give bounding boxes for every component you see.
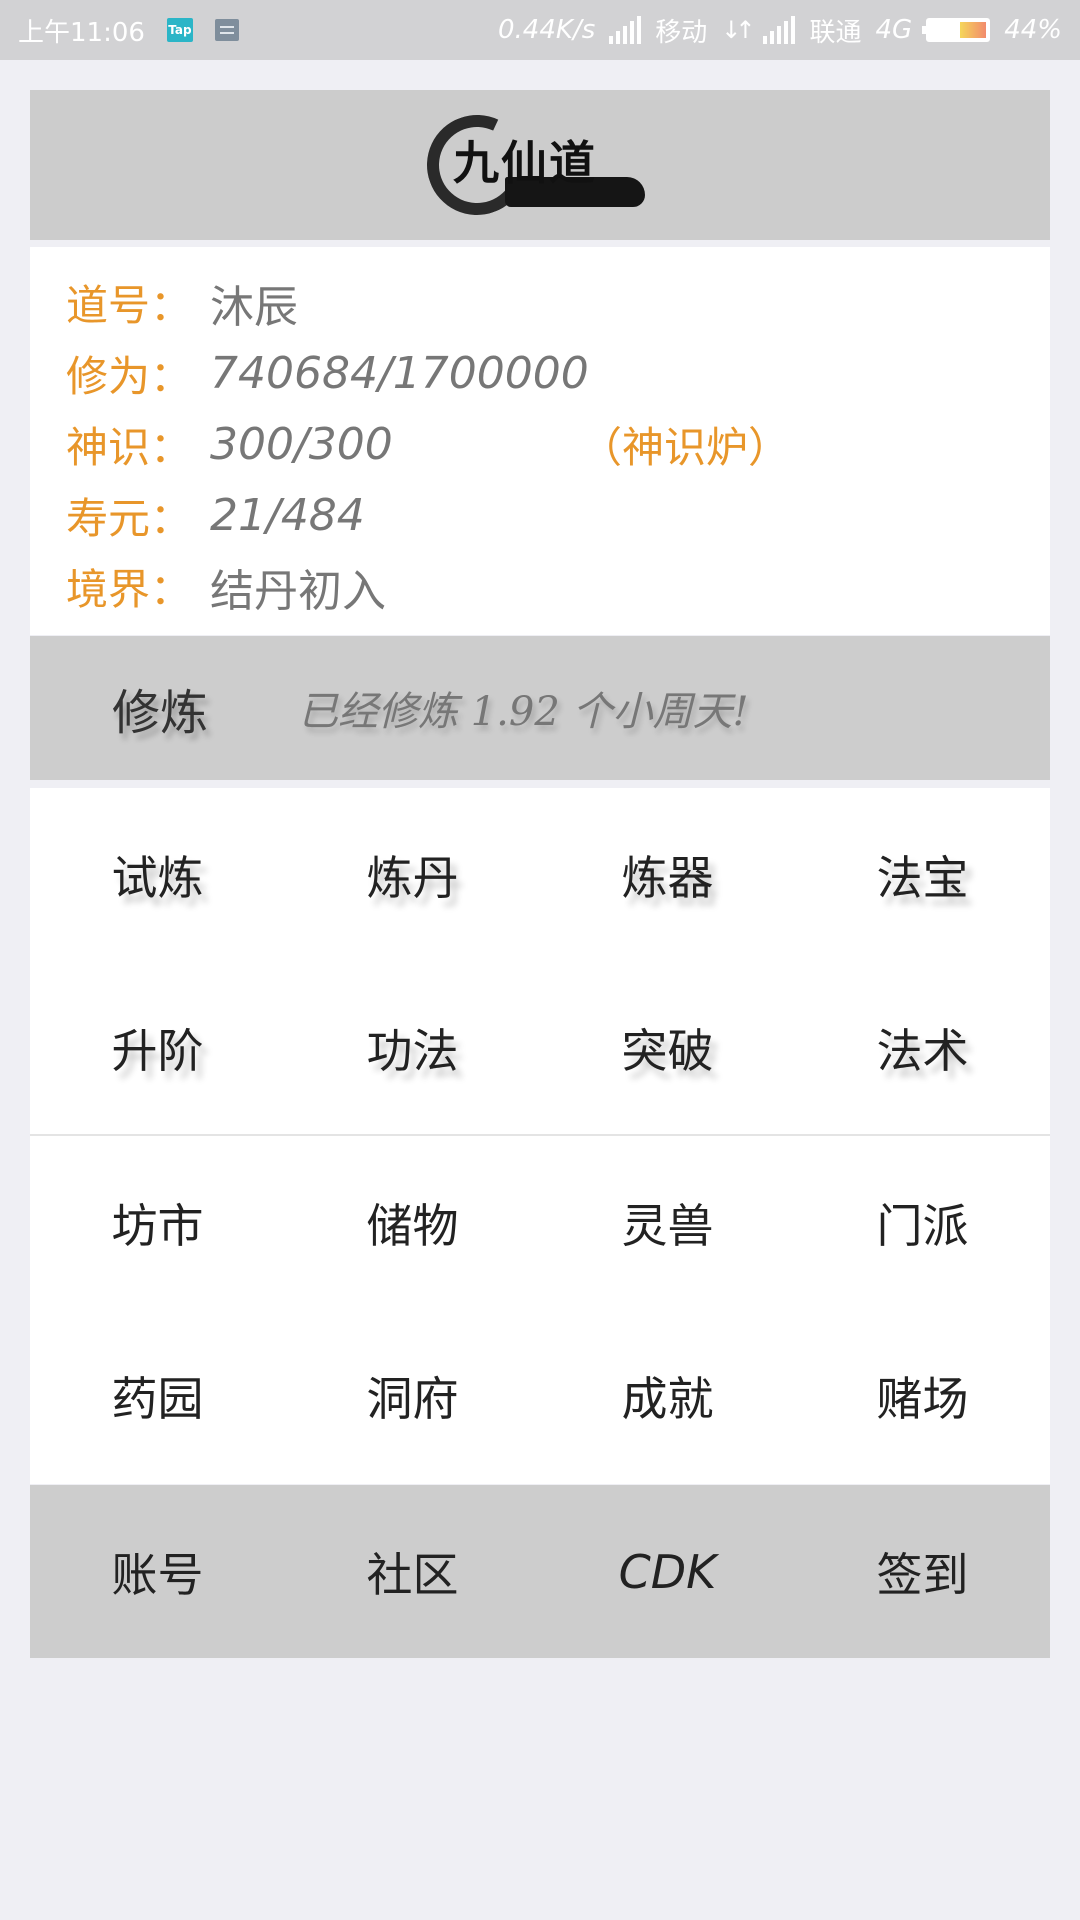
profile-row-spirit: 神识： 300/300 （神识炉） <box>30 409 1050 480</box>
header-panel: 九仙道 <box>30 90 1050 240</box>
logo-text: 九仙道 <box>453 136 597 190</box>
menu-row: 试炼 炼丹 炼器 法宝 <box>30 788 1050 961</box>
profile-value: 740684/1700000 <box>210 348 589 399</box>
status-time: 上午11:06 <box>18 17 145 48</box>
menu-row: 升阶 功法 突破 法术 <box>30 961 1050 1134</box>
menu-button-storage[interactable]: 储物 <box>285 1136 540 1309</box>
menu-button-casino[interactable]: 赌场 <box>795 1309 1050 1482</box>
cdk-button[interactable]: CDK <box>540 1485 795 1658</box>
game-logo: 九仙道 <box>412 100 655 230</box>
profile-value: 21/484 <box>210 490 365 541</box>
menu-button-upgrade[interactable]: 升阶 <box>30 961 285 1134</box>
profile-label: 境界： <box>66 565 193 614</box>
menu-button-spirit-beast[interactable]: 灵兽 <box>540 1136 795 1309</box>
community-button[interactable]: 社区 <box>285 1485 540 1658</box>
profile-label: 道号： <box>66 281 193 330</box>
menu-group-training: 试炼 炼丹 炼器 法宝 升阶 功法 突破 法术 <box>30 788 1050 1134</box>
checkin-button[interactable]: 签到 <box>795 1485 1050 1658</box>
network-speed: 0.44K/s <box>498 15 596 45</box>
profile-row-realm: 境界： 结丹初入 <box>30 551 1050 622</box>
data-transfer-icon: ↓↑ <box>721 16 755 44</box>
cultivate-status: 已经修炼 1.92 个小周天! <box>298 689 749 735</box>
profile-value: 结丹初入 <box>210 565 386 617</box>
account-button[interactable]: 账号 <box>30 1485 285 1658</box>
menu-button-sect[interactable]: 门派 <box>795 1136 1050 1309</box>
profile-panel: 道号： 沐辰 修为： 740684/1700000 神识： 300/300 （神… <box>30 247 1050 635</box>
profile-label: 神识： <box>66 423 193 472</box>
tap-app-icon: Tap <box>166 18 193 42</box>
signal-strength-icon-2 <box>763 16 796 44</box>
message-notification-icon <box>214 19 239 41</box>
menu-button-breakthrough[interactable]: 突破 <box>540 961 795 1134</box>
menu-button-spells[interactable]: 法术 <box>795 961 1050 1134</box>
battery-percent: 44% <box>1004 15 1062 45</box>
battery-icon <box>922 18 991 42</box>
menu-group-world: 坊市 储物 灵兽 门派 药园 洞府 成就 赌场 <box>30 1136 1050 1484</box>
profile-row-cultivation: 修为： 740684/1700000 <box>30 338 1050 409</box>
profile-value: 沐辰 <box>210 281 298 333</box>
menu-button-treasure[interactable]: 法宝 <box>795 788 1050 961</box>
menu-button-herb-garden[interactable]: 药园 <box>30 1309 285 1482</box>
bottom-bar: 账号 社区 CDK 签到 <box>30 1485 1050 1658</box>
status-bar: 上午11:06 Tap 0.44K/s 移动 ↓↑ 联通 4G 44% <box>0 0 1080 60</box>
bottom-row: 账号 社区 CDK 签到 <box>30 1485 1050 1658</box>
menu-row: 药园 洞府 成就 赌场 <box>30 1309 1050 1482</box>
signal-strength-icon <box>609 16 642 44</box>
profile-label: 修为： <box>66 352 193 401</box>
profile-row-name: 道号： 沐辰 <box>30 267 1050 338</box>
menu-button-skills[interactable]: 功法 <box>285 961 540 1134</box>
cultivate-bar[interactable]: 修炼 已经修炼 1.92 个小周天! <box>30 636 1050 780</box>
profile-label: 寿元： <box>66 494 193 543</box>
spirit-furnace-link[interactable]: （神识炉） <box>580 414 790 475</box>
menu-button-forging[interactable]: 炼器 <box>540 788 795 961</box>
menu-button-alchemy[interactable]: 炼丹 <box>285 788 540 961</box>
network-type: 4G <box>875 15 913 45</box>
menu-button-achievements[interactable]: 成就 <box>540 1309 795 1482</box>
menu-row: 坊市 储物 灵兽 门派 <box>30 1136 1050 1309</box>
menu-button-trial[interactable]: 试炼 <box>30 788 285 961</box>
menu-button-cave-abode[interactable]: 洞府 <box>285 1309 540 1482</box>
menu-button-market[interactable]: 坊市 <box>30 1136 285 1309</box>
carrier-unicom: 联通 <box>809 17 862 48</box>
profile-value: 300/300 <box>210 419 393 470</box>
profile-row-lifespan: 寿元： 21/484 <box>30 480 1050 551</box>
cultivate-button[interactable]: 修炼 <box>112 673 208 743</box>
carrier-mobile: 移动 <box>655 17 708 48</box>
